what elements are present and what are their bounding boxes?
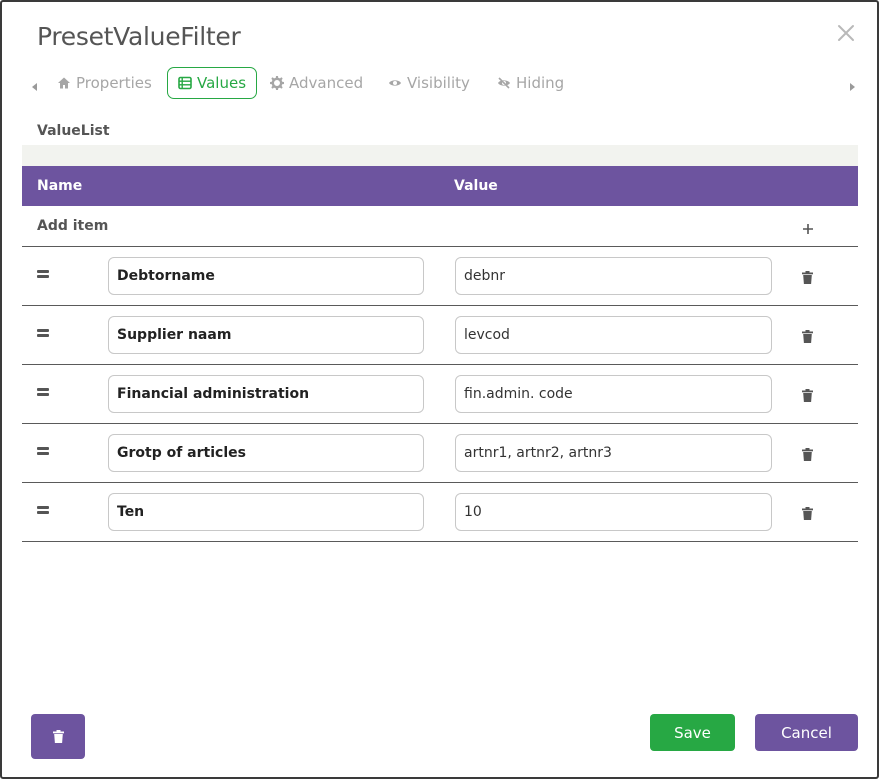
add-item-label: Add item bbox=[37, 218, 109, 234]
tab-values[interactable]: Values bbox=[167, 67, 258, 99]
table-row bbox=[22, 424, 858, 483]
table-row bbox=[22, 365, 858, 424]
tab-scroll-right-button[interactable] bbox=[846, 78, 858, 91]
name-input[interactable] bbox=[108, 375, 424, 413]
delete-row-button[interactable] bbox=[802, 269, 813, 284]
table-header: Name Value bbox=[22, 166, 858, 206]
table-row bbox=[22, 483, 858, 542]
drag-handle-icon[interactable] bbox=[37, 388, 49, 398]
trash-icon bbox=[802, 330, 813, 343]
add-item-row: Add item bbox=[22, 206, 858, 247]
drag-handle-icon[interactable] bbox=[37, 506, 49, 516]
name-input[interactable] bbox=[108, 434, 424, 472]
tab-values-label: Values bbox=[197, 74, 247, 92]
name-input[interactable] bbox=[108, 316, 424, 354]
name-input[interactable] bbox=[108, 257, 424, 295]
tab-bar: Properties Values Advanced Visibility Hi… bbox=[22, 66, 860, 102]
delete-row-button[interactable] bbox=[802, 387, 813, 402]
tab-hiding-label: Hiding bbox=[516, 74, 565, 92]
section-label: ValueList bbox=[37, 123, 110, 139]
column-header-name: Name bbox=[37, 178, 83, 194]
delete-filter-button[interactable] bbox=[31, 714, 85, 759]
column-header-value: Value bbox=[454, 178, 498, 194]
dialog: PresetValueFilter Properties Values Adva… bbox=[0, 0, 879, 779]
section-band bbox=[22, 145, 858, 166]
value-input[interactable] bbox=[455, 375, 772, 413]
eye-icon bbox=[389, 80, 401, 86]
list-icon bbox=[178, 76, 192, 90]
name-input[interactable] bbox=[108, 493, 424, 531]
gear-icon bbox=[270, 76, 284, 90]
delete-row-button[interactable] bbox=[802, 328, 813, 343]
value-input[interactable] bbox=[455, 257, 772, 295]
plus-icon bbox=[803, 224, 813, 234]
tab-properties[interactable]: Properties bbox=[47, 67, 162, 99]
add-item-button[interactable] bbox=[802, 220, 814, 234]
value-input[interactable] bbox=[455, 316, 772, 354]
trash-icon bbox=[802, 271, 813, 284]
trash-icon bbox=[52, 730, 64, 743]
caret-left-icon bbox=[32, 83, 37, 91]
tab-advanced-label: Advanced bbox=[289, 74, 364, 92]
drag-handle-icon[interactable] bbox=[37, 270, 49, 280]
cancel-button[interactable]: Cancel bbox=[755, 714, 858, 751]
value-list bbox=[22, 247, 858, 542]
drag-handle-icon[interactable] bbox=[37, 447, 49, 457]
delete-row-button[interactable] bbox=[802, 446, 813, 461]
tab-properties-label: Properties bbox=[76, 74, 152, 92]
value-input[interactable] bbox=[455, 434, 772, 472]
table-row bbox=[22, 247, 858, 306]
drag-handle-icon[interactable] bbox=[37, 329, 49, 339]
tab-visibility[interactable]: Visibility bbox=[378, 67, 480, 99]
delete-row-button[interactable] bbox=[802, 505, 813, 520]
close-button[interactable] bbox=[835, 22, 857, 44]
tab-hiding[interactable]: Hiding bbox=[487, 67, 574, 99]
tab-advanced[interactable]: Advanced bbox=[260, 67, 373, 99]
save-button[interactable]: Save bbox=[650, 714, 735, 751]
eye-slash-icon bbox=[498, 77, 510, 89]
trash-icon bbox=[802, 389, 813, 402]
tab-visibility-label: Visibility bbox=[407, 74, 470, 92]
dialog-title: PresetValueFilter bbox=[37, 22, 241, 51]
close-icon bbox=[838, 25, 854, 41]
trash-icon bbox=[802, 448, 813, 461]
table-row bbox=[22, 306, 858, 365]
trash-icon bbox=[802, 507, 813, 520]
value-input[interactable] bbox=[455, 493, 772, 531]
home-icon bbox=[58, 77, 70, 89]
caret-right-icon bbox=[850, 83, 855, 91]
tab-scroll-left-button[interactable] bbox=[29, 78, 41, 91]
